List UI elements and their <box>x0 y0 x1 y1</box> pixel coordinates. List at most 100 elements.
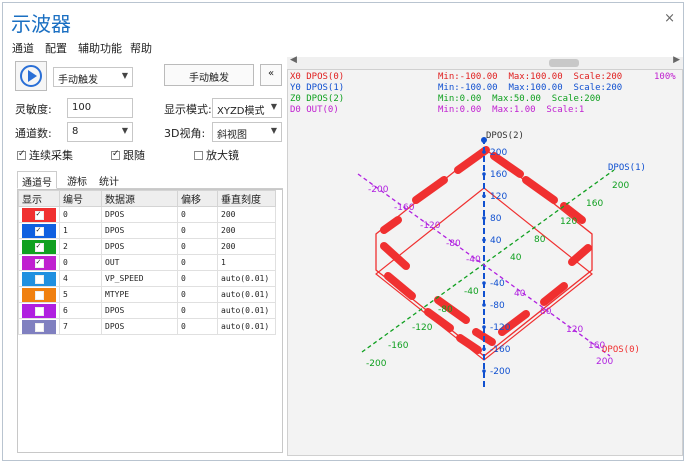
channel-offset[interactable]: 0 <box>177 254 218 271</box>
channel-display-cell[interactable] <box>18 238 60 255</box>
menu-config[interactable]: 配置 <box>45 40 67 56</box>
tab-cursor[interactable]: 游标 <box>63 171 91 189</box>
scroll-thumb[interactable] <box>549 59 579 67</box>
col-source[interactable]: 数据源 <box>101 190 178 207</box>
menu-channel[interactable]: 通道 <box>12 40 34 56</box>
horizontal-scrollbar[interactable]: ◀ ▶ <box>287 55 683 69</box>
channel-source[interactable]: DPOS <box>101 302 178 319</box>
menu-help[interactable]: 帮助 <box>130 40 152 56</box>
checkbox-unchecked-icon[interactable] <box>35 306 44 316</box>
col-id[interactable]: 编号 <box>59 190 102 207</box>
channel-source[interactable]: VP_SPEED <box>101 270 178 287</box>
magnifier-checkbox[interactable]: 放大镜 <box>194 147 239 163</box>
z-axis-tick-mark <box>482 303 486 307</box>
sensitivity-input[interactable]: 100 <box>67 98 133 118</box>
channel-offset[interactable]: 0 <box>177 206 218 223</box>
checkbox-unchecked-icon[interactable] <box>35 274 44 284</box>
channel-display-cell[interactable] <box>18 270 60 287</box>
menu-tools[interactable]: 辅助功能 <box>78 40 122 56</box>
channel-scale[interactable]: 200 <box>217 238 276 255</box>
chevron-down-icon: ▼ <box>270 126 277 135</box>
col-display[interactable]: 显示 <box>18 190 60 207</box>
channel-table: 显示 编号 数据源 偏移 垂直刻度 0DPOS02001DPOS02002DPO… <box>18 190 276 335</box>
checkbox-checked-icon[interactable] <box>35 225 44 236</box>
table-row[interactable]: 0DPOS0200 <box>18 206 276 223</box>
channel-scale[interactable]: auto(0.01) <box>217 286 276 303</box>
trigger-mode-select[interactable]: 手动触发 ▼ <box>53 67 133 87</box>
table-row[interactable]: 0OUT01 <box>18 254 276 271</box>
channel-offset[interactable]: 0 <box>177 286 218 303</box>
channel-scale[interactable]: 200 <box>217 206 276 223</box>
channel-display-cell[interactable] <box>18 318 60 335</box>
channel-display-cell[interactable] <box>18 206 60 223</box>
channel-id[interactable]: 2 <box>59 238 102 255</box>
menu-bar: 通道 配置 辅助功能 帮助 <box>3 39 683 57</box>
channel-id[interactable]: 4 <box>59 270 102 287</box>
z-axis-tick-mark <box>482 194 486 198</box>
scroll-right-icon[interactable]: ▶ <box>673 55 680 65</box>
channel-source[interactable]: DPOS <box>101 206 178 223</box>
channel-offset[interactable]: 0 <box>177 238 218 255</box>
channel-display-cell[interactable] <box>18 286 60 303</box>
channel-source[interactable]: DPOS <box>101 238 178 255</box>
checkbox-checked-icon[interactable] <box>35 209 44 220</box>
channel-offset[interactable]: 0 <box>177 222 218 239</box>
channel-offset[interactable]: 0 <box>177 302 218 319</box>
channel-id[interactable]: 0 <box>59 206 102 223</box>
col-offset[interactable]: 偏移 <box>177 190 218 207</box>
channel-source[interactable]: MTYPE <box>101 286 178 303</box>
checkbox-unchecked-icon[interactable] <box>35 290 44 300</box>
scroll-left-icon[interactable]: ◀ <box>290 55 297 65</box>
scope-plot-area[interactable]: X0 DPOS(0) Min:-100.00 Max:100.00 Scale:2… <box>287 69 683 456</box>
channel-table-container: 显示 编号 数据源 偏移 垂直刻度 0DPOS02001DPOS02002DPO… <box>17 189 283 453</box>
run-button[interactable] <box>15 61 47 91</box>
channel-scale[interactable]: auto(0.01) <box>217 302 276 319</box>
follow-checkbox[interactable]: 跟随 <box>111 147 145 163</box>
trajectory-segment <box>456 334 482 354</box>
channel-display-cell[interactable] <box>18 222 60 239</box>
channel-offset[interactable]: 0 <box>177 270 218 287</box>
channel-display-cell[interactable] <box>18 254 60 271</box>
tab-channel[interactable]: 通道号 <box>17 171 57 189</box>
table-row[interactable]: 7 DPOS 0 auto(0.01) <box>18 318 276 335</box>
channel-scale[interactable]: 200 <box>217 222 276 239</box>
close-icon[interactable]: × <box>664 11 675 26</box>
channel-offset[interactable]: 0 <box>177 318 218 335</box>
sensitivity-value: 100 <box>72 102 92 113</box>
y-axis-name: DPOS(1) <box>608 163 646 173</box>
channel-source[interactable]: DPOS <box>101 222 178 239</box>
channel-id[interactable]: 5 <box>59 286 102 303</box>
channel-id[interactable]: 6 <box>59 302 102 319</box>
col-scale[interactable]: 垂直刻度 <box>217 190 276 207</box>
table-row[interactable]: 6 DPOS 0 auto(0.01) <box>18 302 276 319</box>
xyz-plot-svg: DPOS(2)2001601208040-40-80-120-160-200DP… <box>357 131 646 388</box>
channel-id[interactable]: 0 <box>59 254 102 271</box>
display-mode-select[interactable]: XYZD模式 ▼ <box>212 98 282 118</box>
continuous-checkbox[interactable]: 连续采集 <box>17 147 73 163</box>
checkbox-checked-icon[interactable] <box>35 257 44 268</box>
z-axis-tick-label: -160 <box>490 345 511 355</box>
checkbox-unchecked-icon[interactable] <box>35 322 44 332</box>
channel-scale[interactable]: auto(0.01) <box>217 270 276 287</box>
channel-source[interactable]: DPOS <box>101 318 178 335</box>
table-row[interactable]: 1DPOS0200 <box>18 222 276 239</box>
display-mode-value: XYZD模式 <box>217 106 265 117</box>
channel-scale[interactable]: 1 <box>217 254 276 271</box>
channel-id[interactable]: 1 <box>59 222 102 239</box>
channel-display-cell[interactable] <box>18 302 60 319</box>
table-row[interactable]: 2DPOS0200 <box>18 238 276 255</box>
x-axis-tick-label: 120 <box>566 325 583 335</box>
channels-select[interactable]: 8 ▼ <box>67 122 133 142</box>
y-axis-tick-label: -200 <box>366 359 387 369</box>
manual-trigger-button[interactable]: 手动触发 <box>164 64 254 86</box>
collapse-panel-button[interactable]: « <box>260 64 282 86</box>
channel-scale[interactable]: auto(0.01) <box>217 318 276 335</box>
checkbox-checked-icon[interactable] <box>35 241 44 252</box>
channel-id[interactable]: 7 <box>59 318 102 335</box>
view3d-select[interactable]: 斜视图 ▼ <box>212 122 282 142</box>
z-axis-tick-mark <box>482 216 486 220</box>
table-row[interactable]: 5 MTYPE 0 auto(0.01) <box>18 286 276 303</box>
tab-statistics[interactable]: 统计 <box>95 171 123 189</box>
channel-source[interactable]: OUT <box>101 254 178 271</box>
table-row[interactable]: 4 VP_SPEED 0 auto(0.01) <box>18 270 276 287</box>
